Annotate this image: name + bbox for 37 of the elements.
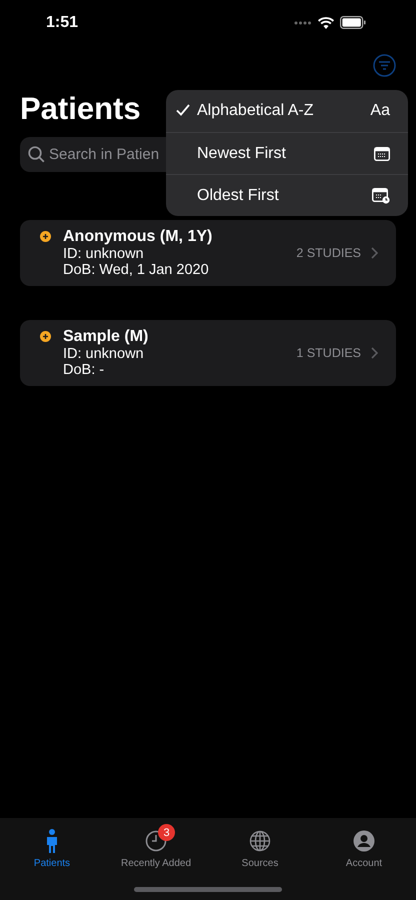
globe-icon [249,830,271,852]
plus-icon [40,231,51,242]
patient-id: ID: unknown [63,246,145,262]
patient-name: Sample (M) [63,328,150,346]
chevron-icon [371,347,378,359]
calendar-icon [374,146,390,160]
account-icon [353,830,375,852]
menu-label: Newest First [197,144,287,162]
patient-id: ID: unknown [63,346,145,362]
chevron-icon [371,247,378,259]
patient-card[interactable]: Anonymous (M, 1Y) ID: unknown DoB: Wed, 1 Jan 2020 2 STUDIES [20,220,396,286]
tab[interactable]: Patients [0,818,104,900]
menu-label: Alphabetical A-Z [197,102,315,120]
patient-dob: DoB: Wed, 1 Jan 2020 [63,262,210,278]
calendar-clock-icon [372,188,390,204]
wifi-icon [318,16,334,28]
studies-count: 2 STUDIES [296,246,361,260]
battery-icon [340,16,366,29]
count-badge: 3 [158,824,175,841]
person-icon [46,829,58,853]
menu-label: Oldest First [197,186,280,204]
tab[interactable]: Account [312,818,416,900]
patient-card[interactable]: Sample (M) ID: unknown DoB: - 1 STUDIES [20,320,396,386]
checkmark-icon [176,104,190,116]
menu-item[interactable]: Newest First [166,132,408,174]
patient-name: Anonymous (M, 1Y) [63,228,214,246]
signal-icon [294,20,312,24]
tab[interactable]: Sources [208,818,312,900]
status-time: 1:51 [46,14,78,32]
studies-count: 1 STUDIES [296,346,361,360]
menu-item[interactable]: Alphabetical A-Z Aa [166,90,408,132]
menu-item[interactable]: Oldest First [166,174,408,216]
page-title: Patients [20,91,141,127]
filter-button[interactable] [373,54,396,76]
patient-dob: DoB: - [63,362,106,378]
plus-icon [40,331,51,342]
font-icon: Aa [370,102,390,120]
